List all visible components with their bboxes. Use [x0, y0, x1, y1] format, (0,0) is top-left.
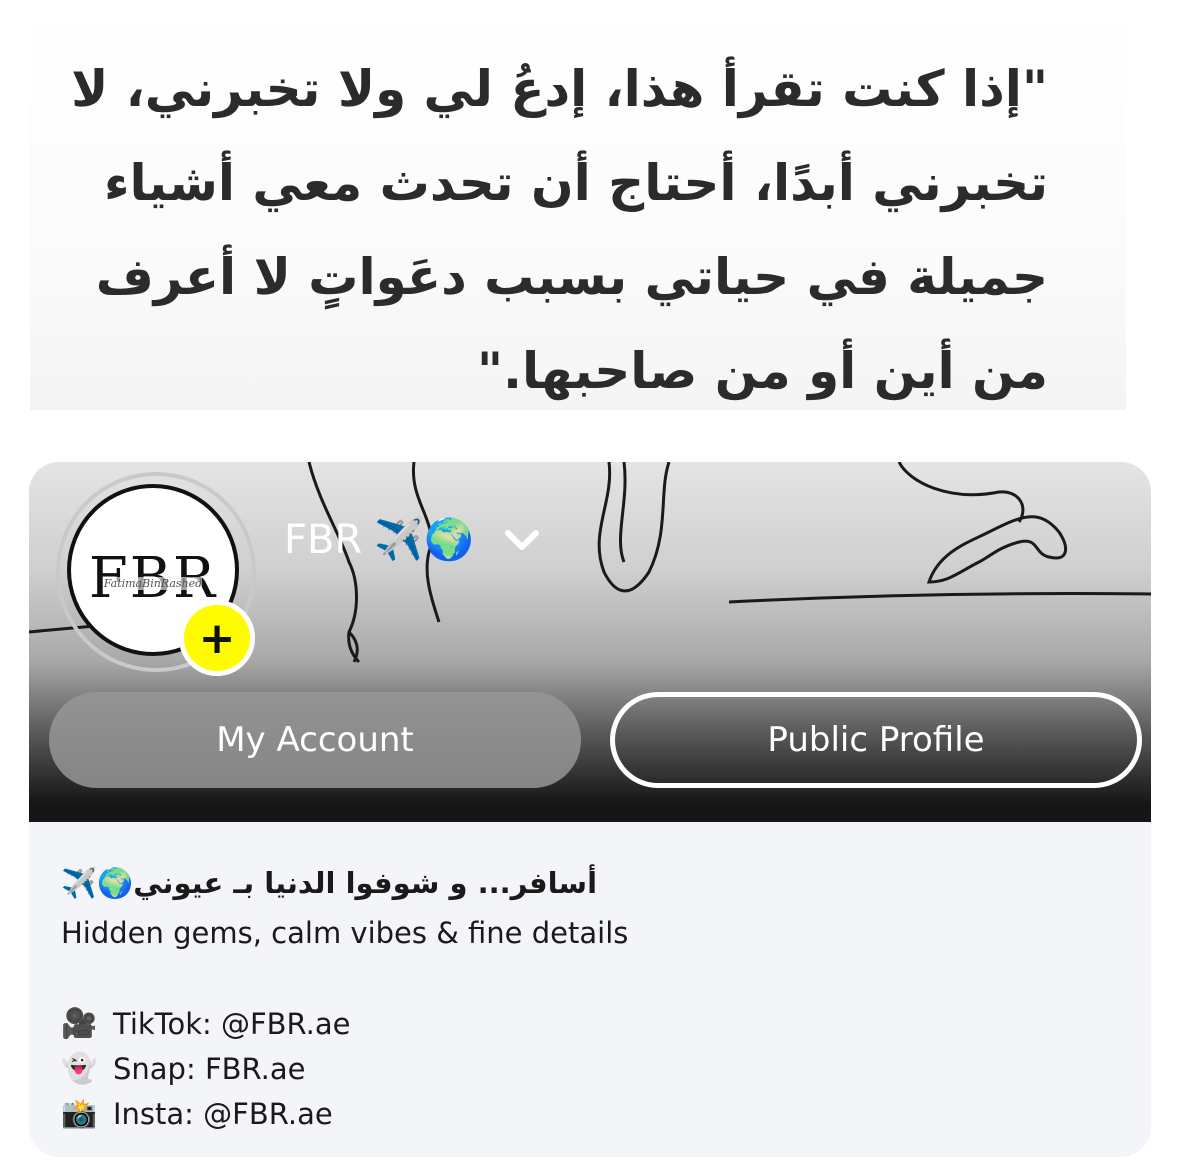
my-account-button[interactable]: My Account — [49, 692, 581, 788]
ghost-icon: 👻 — [61, 1051, 98, 1085]
quote-text: "إذا كنت تقرأ هذا، إدعُ لي ولا تخبرني، ل… — [71, 60, 1048, 400]
bio-arabic-line: ✈️🌍أسافر... و شوفوا الدنيا بـ عيوني — [61, 866, 598, 900]
social-tiktok: 🎥 TikTok: @FBR.ae — [61, 1006, 351, 1041]
social-tiktok-text: TikTok: @FBR.ae — [113, 1006, 351, 1041]
display-name-row[interactable]: FBR ✈️🌍 — [284, 516, 542, 563]
add-story-button[interactable]: + — [179, 600, 255, 676]
bio-section: ✈️🌍أسافر... و شوفوا الدنيا بـ عيوني Hidd… — [29, 822, 1151, 1157]
avatar-script-text: FatimaBinRashed — [103, 576, 203, 590]
public-profile-button[interactable]: Public Profile — [610, 692, 1142, 788]
social-snap-text: Snap: FBR.ae — [113, 1051, 306, 1086]
display-name: FBR — [284, 516, 363, 563]
profile-header-card: FBR FatimaBinRashed + FBR ✈️🌍 My Account… — [29, 462, 1151, 822]
camera-flash-icon: 📸 — [61, 1096, 98, 1130]
plus-icon: + — [198, 612, 236, 664]
airplane-globe-emoji: ✈️🌍 — [374, 517, 474, 563]
social-insta-text: Insta: @FBR.ae — [113, 1096, 333, 1131]
chevron-down-icon[interactable] — [502, 527, 542, 553]
social-insta: 📸 Insta: @FBR.ae — [61, 1096, 333, 1131]
quote-image: "إذا كنت تقرأ هذا، إدعُ لي ولا تخبرني، ل… — [30, 0, 1126, 410]
bio-english-line: Hidden gems, calm vibes & fine details — [61, 916, 629, 950]
social-snap: 👻 Snap: FBR.ae — [61, 1051, 305, 1086]
video-camera-icon: 🎥 — [61, 1006, 98, 1040]
